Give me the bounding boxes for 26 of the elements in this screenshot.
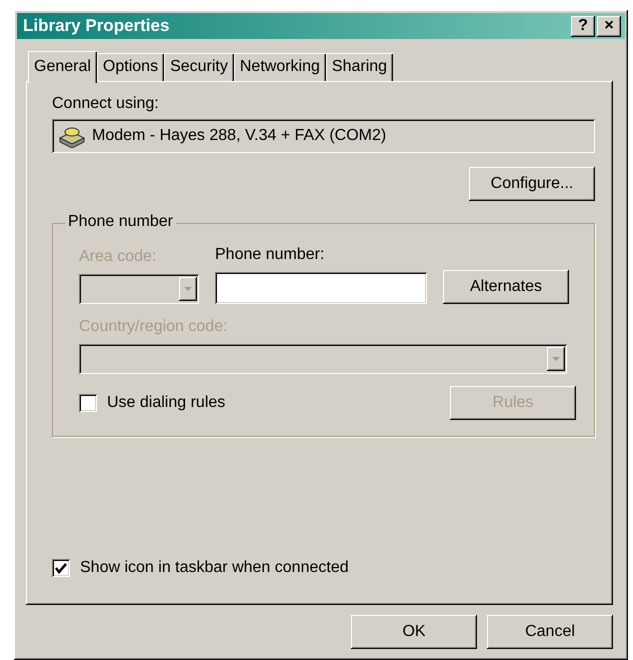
close-button[interactable]: × — [597, 16, 621, 36]
connect-using-label: Connect using: — [52, 95, 160, 113]
window-title: Library Properties — [23, 16, 170, 36]
area-code-label: Area code: — [79, 248, 158, 266]
country-code-label: Country/region code: — [79, 318, 229, 336]
tab[interactable]: General — [28, 51, 97, 83]
cancel-button[interactable]: Cancel — [487, 615, 613, 649]
tab[interactable]: Options — [96, 53, 164, 81]
checkbox[interactable] — [52, 559, 70, 577]
dropdown-arrow-icon — [184, 287, 192, 291]
tab[interactable]: Networking — [234, 53, 326, 81]
configure-button[interactable]: Configure... — [469, 167, 595, 201]
phone-number-label: Phone number: — [215, 246, 326, 264]
device-name: Modem - Hayes 288, V.34 + FAX (COM2) — [92, 127, 386, 145]
checkbox-label: Use dialing rules — [107, 394, 226, 412]
help-button[interactable]: ? — [571, 16, 595, 36]
tab[interactable]: Sharing — [326, 53, 394, 81]
checkbox-label: Show icon in taskbar when connected — [80, 559, 349, 577]
country-code-dropdown[interactable] — [79, 344, 567, 374]
ok-button[interactable]: OK — [351, 615, 477, 649]
checkbox[interactable] — [79, 394, 97, 412]
area-code-dropdown[interactable] — [79, 274, 199, 304]
dropdown-arrow-icon — [552, 357, 560, 361]
tab[interactable]: Security — [164, 53, 234, 81]
alternates-button[interactable]: Alternates — [443, 270, 569, 304]
phone-number-field[interactable] — [215, 272, 427, 304]
